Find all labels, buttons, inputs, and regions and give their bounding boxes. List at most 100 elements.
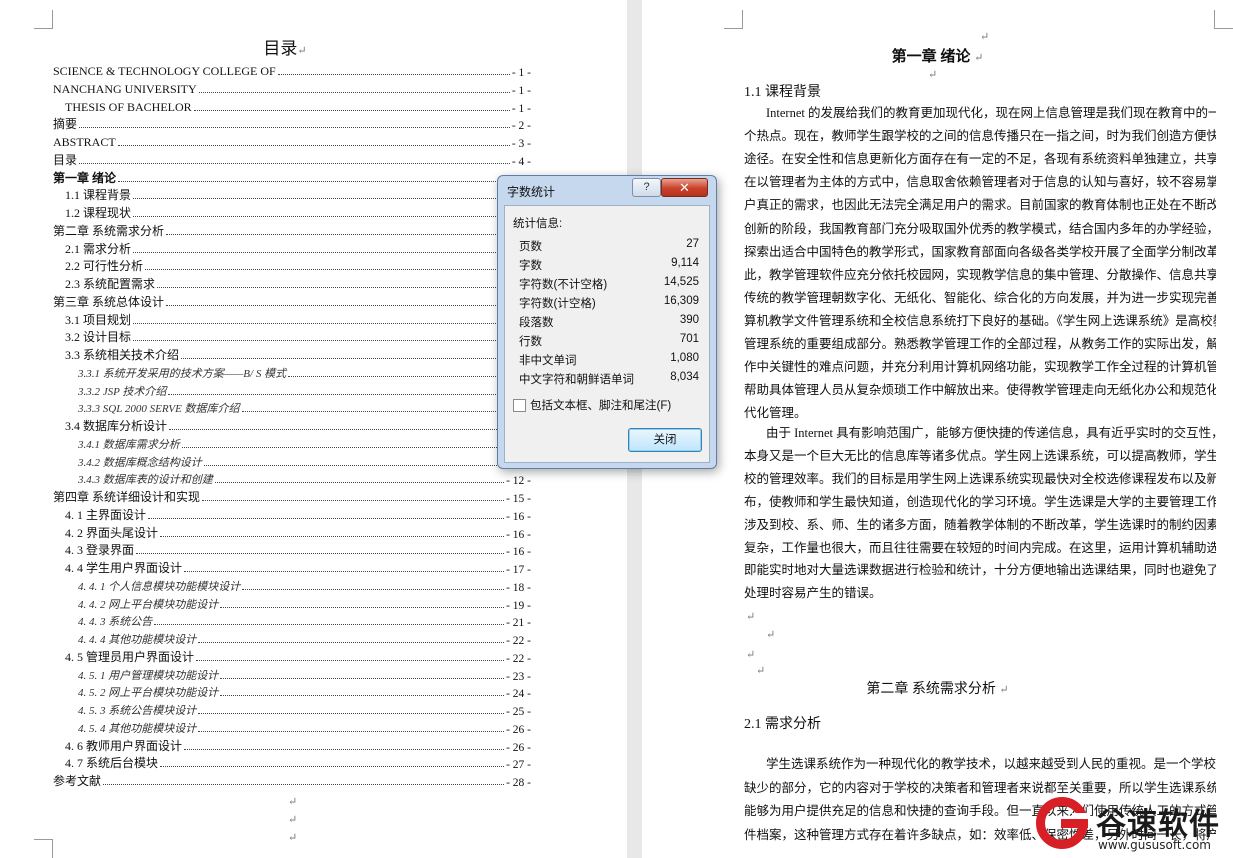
toc-entry-page: - 3 - bbox=[511, 138, 531, 150]
toc-entry[interactable]: 3.3.3 SQL 2000 SERVE 数据库介绍- 10 - bbox=[78, 399, 531, 416]
stat-value: 14,525 bbox=[663, 276, 699, 288]
toc-entry[interactable]: 3.3.1 系统开发采用的技术方案——B/ S 模式- 9 - bbox=[78, 364, 531, 381]
toc-entry[interactable]: 3.4 数据库分析设计- 11 - bbox=[65, 417, 531, 434]
toc-entry[interactable]: 摘要 - 2 - bbox=[53, 115, 531, 132]
toc-entry[interactable]: SCIENCE & TECHNOLOGY COLLEGE OF - 1 - bbox=[53, 62, 531, 79]
toc-entry[interactable]: NANCHANG UNIVERSITY - 1 - bbox=[53, 80, 531, 97]
body-text-line: 探索出适合中国特色的教学形式，国家教育部面向各级各类学校开展了全面学分制改革。因 bbox=[744, 244, 1216, 259]
toc-entry[interactable]: 4. 7 系统后台模块 - 27 - bbox=[65, 754, 531, 771]
toc-entry[interactable]: 2.3 系统配置需求- 8 - bbox=[65, 275, 531, 292]
toc-entry-text: 3.4.3 数据库表的设计和创建 bbox=[78, 474, 213, 487]
watermark-name: 谷速软件 bbox=[1096, 807, 1220, 842]
toc-leader-dots bbox=[220, 695, 505, 697]
toc-entry[interactable]: 3.4.2 数据库概念结构设计- 11 - bbox=[78, 453, 531, 470]
toc-entry[interactable]: 第四章 系统详细设计和实现 - 15 - bbox=[53, 488, 531, 505]
toc-entry[interactable]: 4. 5 管理员用户界面设计 - 22 - bbox=[65, 648, 531, 665]
toc-entry-text: 4. 4 学生用户界面设计 bbox=[65, 561, 183, 575]
toc-entry-page: - 1 - bbox=[511, 67, 531, 79]
stat-value: 9,114 bbox=[671, 257, 699, 269]
toc-entry[interactable]: 1.2 课程现状- 6 - bbox=[65, 204, 531, 221]
toc-entry[interactable]: 2.2 可行性分析- 7 - bbox=[65, 257, 531, 274]
toc-entry[interactable]: 3.3 系统相关技术介绍- 9 - bbox=[65, 346, 531, 363]
toc-entry-page: - 1 - bbox=[511, 102, 531, 115]
toc-entry[interactable]: 4. 4 学生用户界面设计 - 17 - bbox=[65, 559, 531, 576]
toc-entry[interactable]: 4. 4. 4 其他功能模块设计 - 22 - bbox=[78, 630, 531, 647]
toc-entry[interactable]: 4. 5. 1 用户管理模块功能设计 - 23 - bbox=[78, 666, 531, 683]
toc-entry[interactable]: ABSTRACT - 3 - bbox=[53, 133, 531, 150]
dialog-title: 字数统计 bbox=[507, 185, 556, 199]
toc-leader-dots bbox=[277, 74, 510, 75]
toc-entry[interactable]: 4. 4. 2 网上平台模块功能设计 - 19 - bbox=[78, 595, 531, 612]
toc-entry[interactable]: 4. 5. 4 其他功能模块设计 - 26 - bbox=[78, 719, 531, 736]
toc-entry-page: - 2 - bbox=[511, 120, 531, 133]
close-icon[interactable]: ✕ bbox=[661, 178, 708, 197]
toc-entry[interactable]: 4. 3 登录界面 - 16 - bbox=[65, 541, 531, 558]
toc-entry[interactable]: 4. 1 主界面设计 - 16 - bbox=[65, 506, 531, 523]
toc-entry[interactable]: 2.1 需求分析- 6 - bbox=[65, 240, 531, 257]
toc-entry-page: - 27 - bbox=[506, 759, 531, 772]
body-text-line: 帮助具体管理人员从复杂烦琐工作中解放出来。使得教学管理走向无纸化办公和规范化、现 bbox=[744, 383, 1216, 398]
toc-leader-dots bbox=[145, 269, 510, 271]
crop-mark bbox=[724, 10, 743, 29]
include-textbox-footnote-checkbox[interactable] bbox=[513, 399, 526, 412]
toc-entry[interactable]: 第三章 系统总体设计- 8 - bbox=[53, 293, 531, 310]
chapter-1-title: 第一章 绪论 ↵ bbox=[891, 49, 984, 65]
toc-entry-page: - 1 - bbox=[511, 84, 531, 97]
toc-entry[interactable]: 3.4.3 数据库表的设计和创建 - 12 - bbox=[78, 470, 531, 487]
body-text-line: 学生选课系统作为一种现代化的教学技术，以越来越受到人民的重视。是一个学校不可 bbox=[766, 757, 1216, 771]
toc-entry[interactable]: 3.4.1 数据库需求分析- 11 - bbox=[78, 435, 531, 452]
toc-entry[interactable]: 第一章 绪论- 5 - bbox=[53, 169, 531, 186]
help-button[interactable]: ? bbox=[632, 178, 661, 197]
stat-value: 27 bbox=[686, 238, 699, 250]
toc-entry-text: 1.2 课程现状 bbox=[65, 206, 132, 220]
toc-entry[interactable]: 目录 - 4 - bbox=[53, 151, 531, 168]
toc-entry-text: 4. 2 界面头尾设计 bbox=[65, 525, 159, 540]
toc-entry-text: NANCHANG UNIVERSITY bbox=[53, 81, 197, 96]
stat-row: 段落数 390 bbox=[519, 314, 703, 332]
toc-entry[interactable]: 4. 5. 3 系统公告模块设计 - 25 - bbox=[78, 701, 531, 718]
toc-entry[interactable]: 参考文献 - 28 - bbox=[53, 772, 531, 789]
include-textbox-footnote-label[interactable]: 包括文本框、脚注和尾注(F) bbox=[530, 397, 671, 413]
toc-entry-page: - 15 - bbox=[506, 493, 531, 505]
paragraph-mark: ↵ bbox=[928, 69, 938, 81]
toc-entry[interactable]: 3.2 设计目标- 9 - bbox=[65, 328, 531, 345]
toc-leader-dots bbox=[198, 730, 505, 732]
toc-entry-text: 3.4.2 数据库概念结构设计 bbox=[78, 456, 202, 469]
toc-entry[interactable]: 第二章 系统需求分析- 6 - bbox=[53, 222, 531, 239]
paragraph-mark: ↵ bbox=[980, 31, 990, 43]
toc-leader-dots bbox=[148, 517, 505, 519]
paragraph-mark: ↵ bbox=[288, 832, 298, 844]
close-button[interactable]: 关闭 bbox=[628, 428, 702, 452]
toc-entry[interactable]: 4. 2 界面头尾设计 - 16 - bbox=[65, 524, 531, 541]
toc-entry-text: SCIENCE & TECHNOLOGY COLLEGE OF bbox=[53, 64, 276, 78]
stat-row: 字符数(不计空格) 14,525 bbox=[519, 276, 703, 294]
toc-entry[interactable]: 4. 4. 1 个人信息模块功能模块设计 - 18 - bbox=[78, 577, 531, 594]
toc-leader-dots bbox=[117, 145, 510, 146]
toc-leader-dots bbox=[79, 162, 510, 164]
body-text-line: Internet 的发展给我们的教育更加现代化，现在网上信息管理是我们现在教育中… bbox=[766, 106, 1216, 120]
toc-entry[interactable]: 4. 5. 2 网上平台模块功能设计 - 24 - bbox=[78, 683, 531, 700]
dialog-titlebar[interactable]: 字数统计 ? ✕ bbox=[498, 176, 716, 204]
toc-entry[interactable]: 4. 6 教师用户界面设计 - 26 - bbox=[65, 737, 531, 754]
toc-entry-text: 3.2 设计目标 bbox=[65, 330, 132, 345]
toc-entry[interactable]: THESIS OF BACHELOR - 1 - bbox=[65, 98, 531, 115]
toc-entry-text: ABSTRACT bbox=[53, 135, 116, 149]
toc-leader-dots bbox=[184, 748, 505, 750]
toc-entry[interactable]: 3.1 项目规划- 8 - bbox=[65, 311, 531, 328]
toc-leader-dots bbox=[181, 446, 505, 448]
toc-leader-dots bbox=[198, 713, 505, 714]
stat-value: 8,034 bbox=[670, 371, 699, 383]
stats-heading: 统计信息: bbox=[513, 218, 563, 230]
toc-entry[interactable]: 1.1 课程背景- 5 - bbox=[65, 186, 531, 203]
toc-leader-dots bbox=[154, 624, 505, 626]
stat-label: 非中文单词 bbox=[519, 355, 577, 367]
stat-row: 行数 701 bbox=[519, 333, 703, 351]
crop-mark bbox=[34, 839, 53, 858]
toc-entry[interactable]: 4. 4. 3 系统公告 - 21 - bbox=[78, 612, 531, 629]
toc-entry-text: 第一章 绪论 bbox=[53, 170, 117, 185]
toc-entry-text: 2.2 可行性分析 bbox=[65, 259, 144, 274]
toc-entry[interactable]: 3.3.2 JSP 技术介绍- 10 - bbox=[78, 382, 531, 399]
paragraph-mark: ↵ bbox=[746, 611, 756, 623]
toc-entry-text: THESIS OF BACHELOR bbox=[65, 99, 192, 114]
stat-label: 字符数(不计空格) bbox=[519, 279, 608, 291]
